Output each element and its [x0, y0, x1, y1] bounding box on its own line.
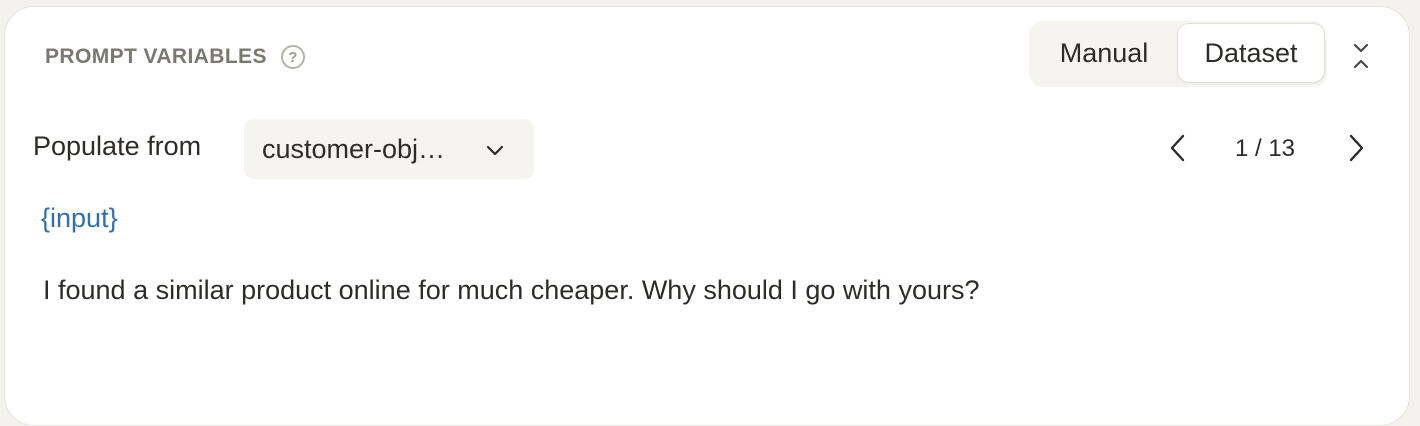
panel-header: PROMPT VARIABLES ? — [45, 45, 305, 69]
dataset-select[interactable]: customer-obj… — [244, 119, 534, 179]
variable-value-field[interactable]: I found a similar product online for muc… — [43, 275, 1373, 306]
prompt-variables-panel: PROMPT VARIABLES ? Manual Dataset Popula… — [4, 6, 1410, 426]
dataset-select-value: customer-obj… — [262, 133, 446, 164]
populate-from-label: Populate from — [33, 131, 202, 161]
pager-next-button[interactable] — [1345, 133, 1367, 163]
mode-dataset-button[interactable]: Dataset — [1177, 23, 1325, 83]
pager-prev-button[interactable] — [1167, 133, 1189, 163]
mode-manual-button[interactable]: Manual — [1033, 23, 1175, 83]
chevron-down-icon — [484, 139, 506, 161]
collapse-icon[interactable] — [1347, 41, 1375, 71]
panel-title: PROMPT VARIABLES — [45, 45, 267, 68]
mode-toggle: Manual Dataset — [1029, 21, 1327, 87]
pager-indicator: 1 / 13 — [1234, 135, 1296, 162]
variable-name: {input} — [41, 203, 118, 233]
help-icon[interactable]: ? — [280, 45, 305, 69]
